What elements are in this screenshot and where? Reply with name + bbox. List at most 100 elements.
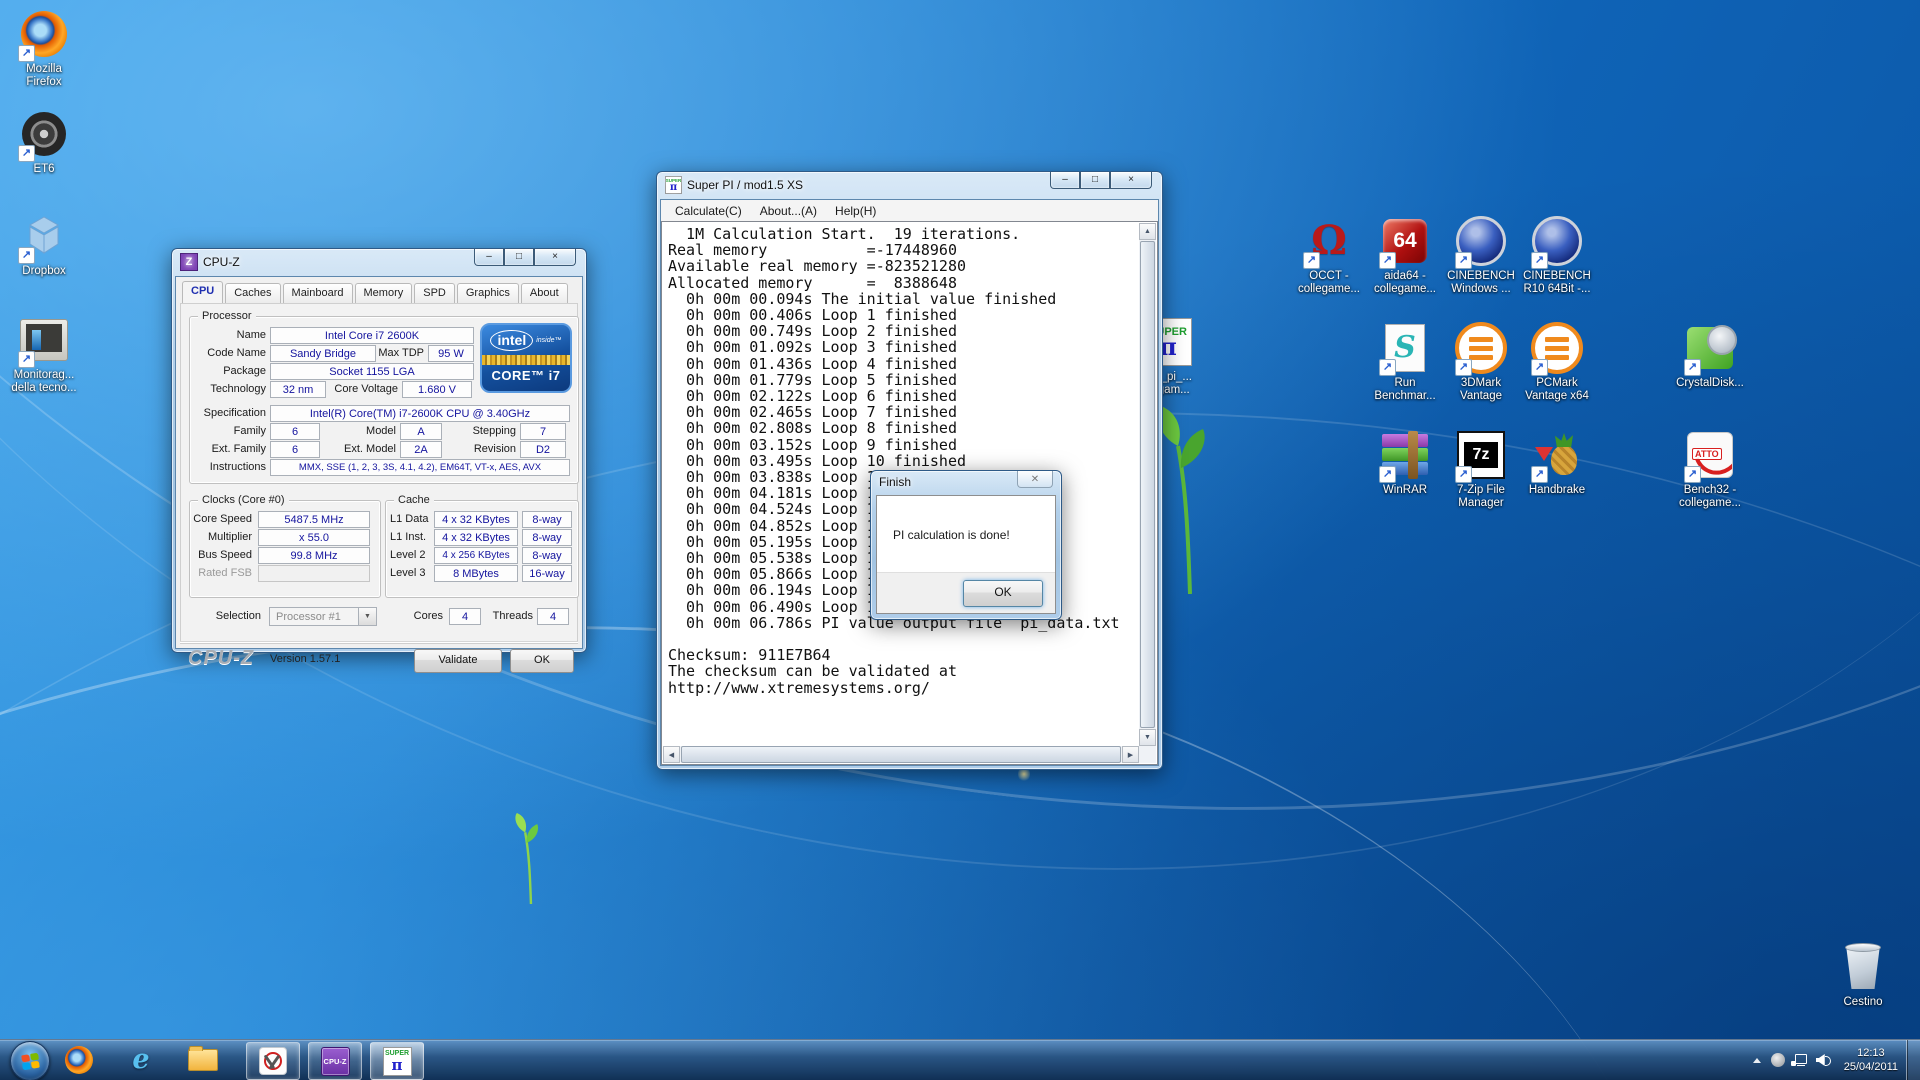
close-button[interactable]: × xyxy=(534,249,576,266)
menu-abouta[interactable]: About...(A) xyxy=(752,202,825,220)
desktop-icon-dropbox[interactable]: ↗Dropbox xyxy=(6,210,82,278)
l1-inst-value: 4 x 32 KBytes xyxy=(434,529,518,546)
cache-group-title: Cache xyxy=(394,494,434,506)
cpuz-window: Z CPU-Z – □ × CPUCachesMainboardMemorySP… xyxy=(171,248,587,653)
close-button[interactable]: × xyxy=(1110,172,1152,189)
tab-spd[interactable]: SPD xyxy=(414,283,455,303)
show-desktop-button[interactable] xyxy=(1906,1040,1920,1080)
desktop-icon-image: ↗ xyxy=(1519,215,1595,267)
menu-helph[interactable]: Help(H) xyxy=(827,202,884,220)
tray-app-icon[interactable] xyxy=(1771,1053,1785,1067)
selection-dropdown[interactable]: Processor #1 ▼ xyxy=(269,607,377,626)
desktop-icon-label: Bench32 -collegame... xyxy=(1672,484,1748,510)
cpuz-ok-button[interactable]: OK xyxy=(510,649,574,673)
desktop-icon-label: Dropbox xyxy=(6,265,82,278)
clock-date: 25/04/2011 xyxy=(1844,1061,1898,1073)
desktop-icon-aida64[interactable]: 64↗aida64 -collegame... xyxy=(1367,215,1443,296)
network-icon[interactable] xyxy=(1793,1054,1808,1066)
family-value: 6 xyxy=(270,423,320,440)
menu-calculatec[interactable]: Calculate(C) xyxy=(667,202,750,220)
tab-graphics[interactable]: Graphics xyxy=(457,283,519,303)
specification-label: Specification xyxy=(190,405,266,422)
superpi-icon: SUPERπ xyxy=(383,1047,412,1076)
tab-caches[interactable]: Caches xyxy=(225,283,280,303)
minimize-button[interactable]: – xyxy=(1050,172,1080,189)
threads-value: 4 xyxy=(537,608,569,625)
shortcut-arrow-icon: ↗ xyxy=(1379,359,1396,376)
l3-value: 8 MBytes xyxy=(434,565,518,582)
bus-speed-label: Bus Speed xyxy=(190,547,252,564)
vertical-scroll-thumb[interactable] xyxy=(1140,241,1155,728)
clock[interactable]: 12:13 25/04/2011 xyxy=(1844,1046,1898,1074)
taskbar-explorer-button[interactable] xyxy=(186,1045,220,1075)
desktop-icon-firefox[interactable]: ↗MozillaFirefox xyxy=(6,8,82,89)
maximize-button[interactable]: □ xyxy=(504,249,534,266)
taskbar-superpi-button[interactable]: SUPERπ xyxy=(370,1042,424,1080)
horizontal-scroll-thumb[interactable] xyxy=(681,746,1121,763)
minimize-button[interactable]: – xyxy=(474,249,504,266)
l3-way: 16-way xyxy=(522,565,572,582)
l1-data-way: 8-way xyxy=(522,511,572,528)
desktop-icon-run-benchmark[interactable]: S↗RunBenchmar... xyxy=(1367,322,1443,403)
desktop-icon-crystaldisk[interactable]: ↗CrystalDisk... xyxy=(1672,322,1748,390)
finish-dialog-footer: OK xyxy=(877,572,1055,613)
desktop-icon-3dmark-vantage[interactable]: ↗3DMarkVantage xyxy=(1443,322,1519,403)
desktop-icon-recycle-bin[interactable]: Cestino xyxy=(1825,941,1901,1009)
desktop-icon-bench32[interactable]: ATTO↗ Bench32 -collegame... xyxy=(1672,429,1748,510)
package-value: Socket 1155 LGA xyxy=(270,363,474,380)
technology-label: Technology xyxy=(190,381,266,398)
tab-mainboard[interactable]: Mainboard xyxy=(283,283,353,303)
bus-speed-value: 99.8 MHz xyxy=(258,547,370,564)
superpi-output: 1M Calculation Start. 19 iterations. Rea… xyxy=(668,226,1135,696)
desktop-icon-et6[interactable]: ↗ET6 xyxy=(6,108,82,176)
folder-icon xyxy=(188,1049,218,1071)
superpi-app-icon: SUPERπ xyxy=(665,177,682,194)
technology-value: 32 nm xyxy=(270,381,326,398)
volume-icon[interactable] xyxy=(1816,1053,1832,1067)
scroll-down-icon[interactable]: ▼ xyxy=(1139,729,1156,746)
close-icon[interactable]: ✕ xyxy=(1017,471,1053,488)
vertical-scrollbar[interactable]: ▲ ▼ xyxy=(1139,223,1156,746)
taskbar-ie-button[interactable]: e xyxy=(124,1045,158,1075)
system-tray: 12:13 25/04/2011 xyxy=(1753,1040,1920,1080)
desktop-icon-image: ↗ xyxy=(1443,322,1519,374)
ext-family-label: Ext. Family xyxy=(190,441,266,458)
tab-cpu[interactable]: CPU xyxy=(182,281,223,304)
desktop-icon-occt[interactable]: Ω↗OCCT -collegame... xyxy=(1291,215,1367,296)
horizontal-scrollbar[interactable]: ◀ ▶ xyxy=(663,746,1139,763)
finish-dialog-body: PI calculation is done! OK xyxy=(876,495,1056,614)
hidden-icons-chevron-icon[interactable] xyxy=(1753,1058,1761,1063)
taskbar-firefox-button[interactable] xyxy=(62,1045,96,1075)
desktop-icon-monitoring[interactable]: ↗Monitorag...della tecno... xyxy=(6,314,82,395)
taskbar: e CPU-Z SUPERπ 12:13 25/04/2011 xyxy=(0,1039,1920,1080)
taskbar-snipping-tool-button[interactable] xyxy=(246,1042,300,1080)
desktop-icon-7zip[interactable]: 7z↗7-Zip FileManager xyxy=(1443,429,1519,510)
specification-value: Intel(R) Core(TM) i7-2600K CPU @ 3.40GHz xyxy=(270,405,570,422)
cpuz-logo: CPU-Z xyxy=(188,647,254,670)
desktop-icon-label: 7-Zip FileManager xyxy=(1443,484,1519,510)
model-label: Model xyxy=(322,423,396,440)
desktop-icon-label: Monitorag...della tecno... xyxy=(6,369,82,395)
desktop-icon-image: ATTO↗ xyxy=(1672,429,1748,481)
desktop-icon-label: OCCT -collegame... xyxy=(1291,270,1367,296)
tab-memory[interactable]: Memory xyxy=(355,283,413,303)
validate-button[interactable]: Validate xyxy=(414,649,502,673)
desktop-icon-label: Handbrake xyxy=(1519,484,1595,497)
intel-inside-label: inside™ xyxy=(536,337,561,344)
finish-ok-button[interactable]: OK xyxy=(963,580,1043,607)
desktop-icon-image: S↗ xyxy=(1367,322,1443,374)
desktop-icon-handbrake[interactable]: ↗Handbrake xyxy=(1519,429,1595,497)
scroll-right-icon[interactable]: ▶ xyxy=(1122,746,1139,763)
maximize-button[interactable]: □ xyxy=(1080,172,1110,189)
scroll-up-icon[interactable]: ▲ xyxy=(1139,223,1156,240)
shortcut-arrow-icon: ↗ xyxy=(18,351,35,368)
tab-about[interactable]: About xyxy=(521,283,568,303)
desktop-icon-pcmark-vantage[interactable]: ↗PCMarkVantage x64 xyxy=(1519,322,1595,403)
scroll-left-icon[interactable]: ◀ xyxy=(663,746,680,763)
desktop-icon-cinebench-windows[interactable]: ↗CINEBENCHWindows ... xyxy=(1443,215,1519,296)
desktop-icon-cinebench-r10[interactable]: ↗CINEBENCHR10 64Bit -... xyxy=(1519,215,1595,296)
l2-way: 8-way xyxy=(522,547,572,564)
desktop-icon-winrar[interactable]: ↗WinRAR xyxy=(1367,429,1443,497)
taskbar-cpuz-button[interactable]: CPU-Z xyxy=(308,1042,362,1080)
start-button[interactable] xyxy=(10,1041,50,1080)
